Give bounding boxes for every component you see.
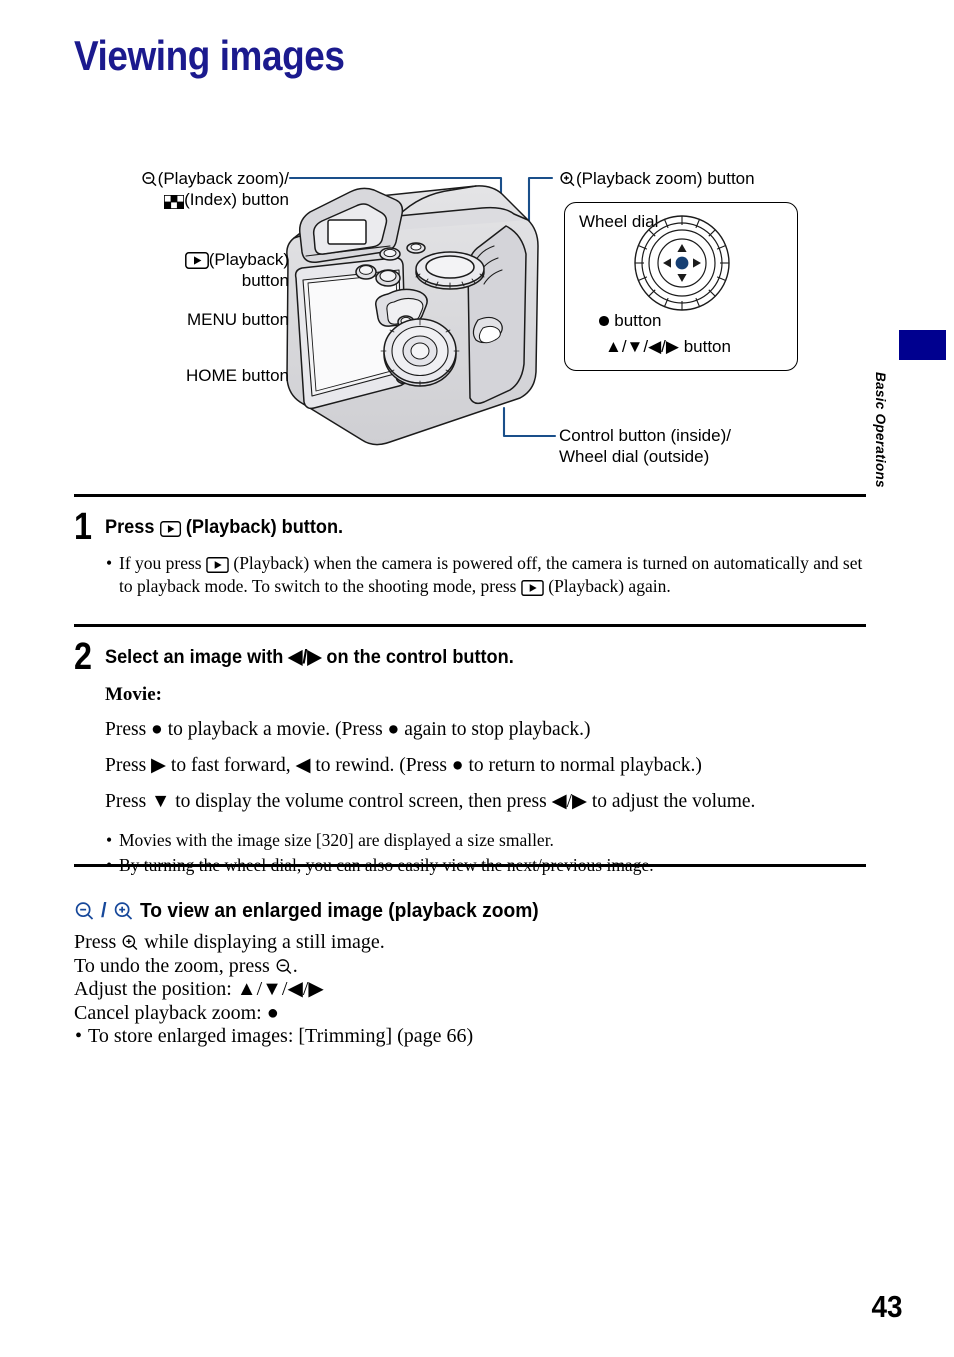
step-2-bullet-2: By turning the wheel dial, you can also … (105, 853, 874, 878)
magnifier-plus-icon (113, 901, 134, 922)
page-title: Viewing images (74, 32, 345, 79)
playback-zoom-body: Press while displaying a still image. To… (74, 931, 874, 1049)
heading-separator: / (101, 900, 107, 922)
step-1: 1 Press (Playback) button. If you press (74, 506, 874, 598)
label-menu-button: MENU button (186, 310, 289, 329)
index-checkerboard-icon (164, 195, 185, 209)
movie-line-3: Press ▼ to display the volume control sc… (105, 791, 756, 812)
label-playback-zoom-out: (Playback zoom)/ (Index) button (84, 168, 289, 210)
movie-line-1: Press ● to playback a movie. (Press ● ag… (105, 719, 591, 740)
playback-zoom-line-4: Cancel playback zoom: ● (74, 1001, 279, 1024)
divider-rule-1 (74, 494, 866, 497)
step-2-bullet-1: Movies with the image size [320] are dis… (105, 828, 874, 853)
wheel-dial-arrows-button-label: ▲/▼/◀/▶ button (605, 337, 731, 356)
label-control-button: Control button (inside)/ Wheel dial (out… (559, 426, 731, 466)
playback-zoom-bullet: To store enlarged images: [Trimming] (pa… (74, 1025, 874, 1049)
up-down-left-right-arrows-icon: ▲/▼/◀/▶ (605, 337, 679, 356)
wheel-dial-illustration (634, 215, 730, 311)
playback-zoom-section: / To view an enlarged image (playback zo… (74, 900, 874, 1049)
magnifier-minus-icon (275, 958, 293, 976)
section-tab-marker (899, 330, 946, 360)
step-1-heading: Press (Playback) button. (105, 516, 344, 538)
playback-triangle-icon (206, 557, 229, 573)
movie-line-2: Press ▶ to fast forward, ◀ to rewind. (P… (105, 755, 702, 776)
label-home-button: HOME button (186, 366, 289, 385)
playback-zoom-line-2: To undo the zoom, press . (74, 954, 298, 977)
step-1-number: 1 (74, 506, 92, 548)
page-number: 43 (870, 1289, 902, 1324)
step-2-heading: Select an image with ◀/▶ on the control … (105, 646, 514, 668)
magnifier-minus-icon (74, 901, 95, 922)
step-1-bullet-1: If you press (Playback) when the camera … (105, 552, 874, 598)
playback-zoom-line-3: Adjust the position: ▲/▼/◀/▶ (74, 978, 324, 1000)
divider-rule-2 (74, 624, 866, 627)
magnifier-plus-icon (121, 934, 139, 952)
playback-zoom-line-1: Press while displaying a still image. (74, 931, 385, 953)
wheel-dial-callout-box: Wheel dial button ▲/▼/◀/▶ button (564, 202, 798, 371)
wheel-dial-center-button-label: button (598, 311, 662, 331)
playback-zoom-heading: / To view an enlarged image (playback zo… (74, 900, 874, 923)
playback-triangle-icon (184, 252, 209, 269)
step-1-bullets: If you press (Playback) when the camera … (105, 552, 874, 598)
label-playback-button: (Playback) button (134, 249, 289, 291)
manual-page: Viewing images Basic Operations 43 (Play… (0, 0, 954, 1357)
magnifier-minus-icon (141, 171, 158, 188)
playback-zoom-heading-text: To view an enlarged image (playback zoom… (139, 900, 539, 922)
step-2-bullets: Movies with the image size [320] are dis… (105, 828, 874, 878)
label-playback-zoom-in: (Playback zoom) button (559, 168, 755, 189)
step-2: 2 Select an image with ◀/▶ on the contro… (74, 636, 874, 878)
step-2-number: 2 (74, 636, 92, 678)
section-tab-label: Basic Operations (873, 372, 888, 488)
camera-diagram: (Playback zoom)/ (Index) button (Playbac… (74, 150, 874, 480)
playback-triangle-icon (159, 521, 181, 537)
movie-subheading: Movie: (105, 684, 162, 705)
filled-circle-icon (599, 316, 609, 326)
playback-triangle-icon (521, 580, 544, 596)
magnifier-plus-icon (559, 171, 576, 188)
